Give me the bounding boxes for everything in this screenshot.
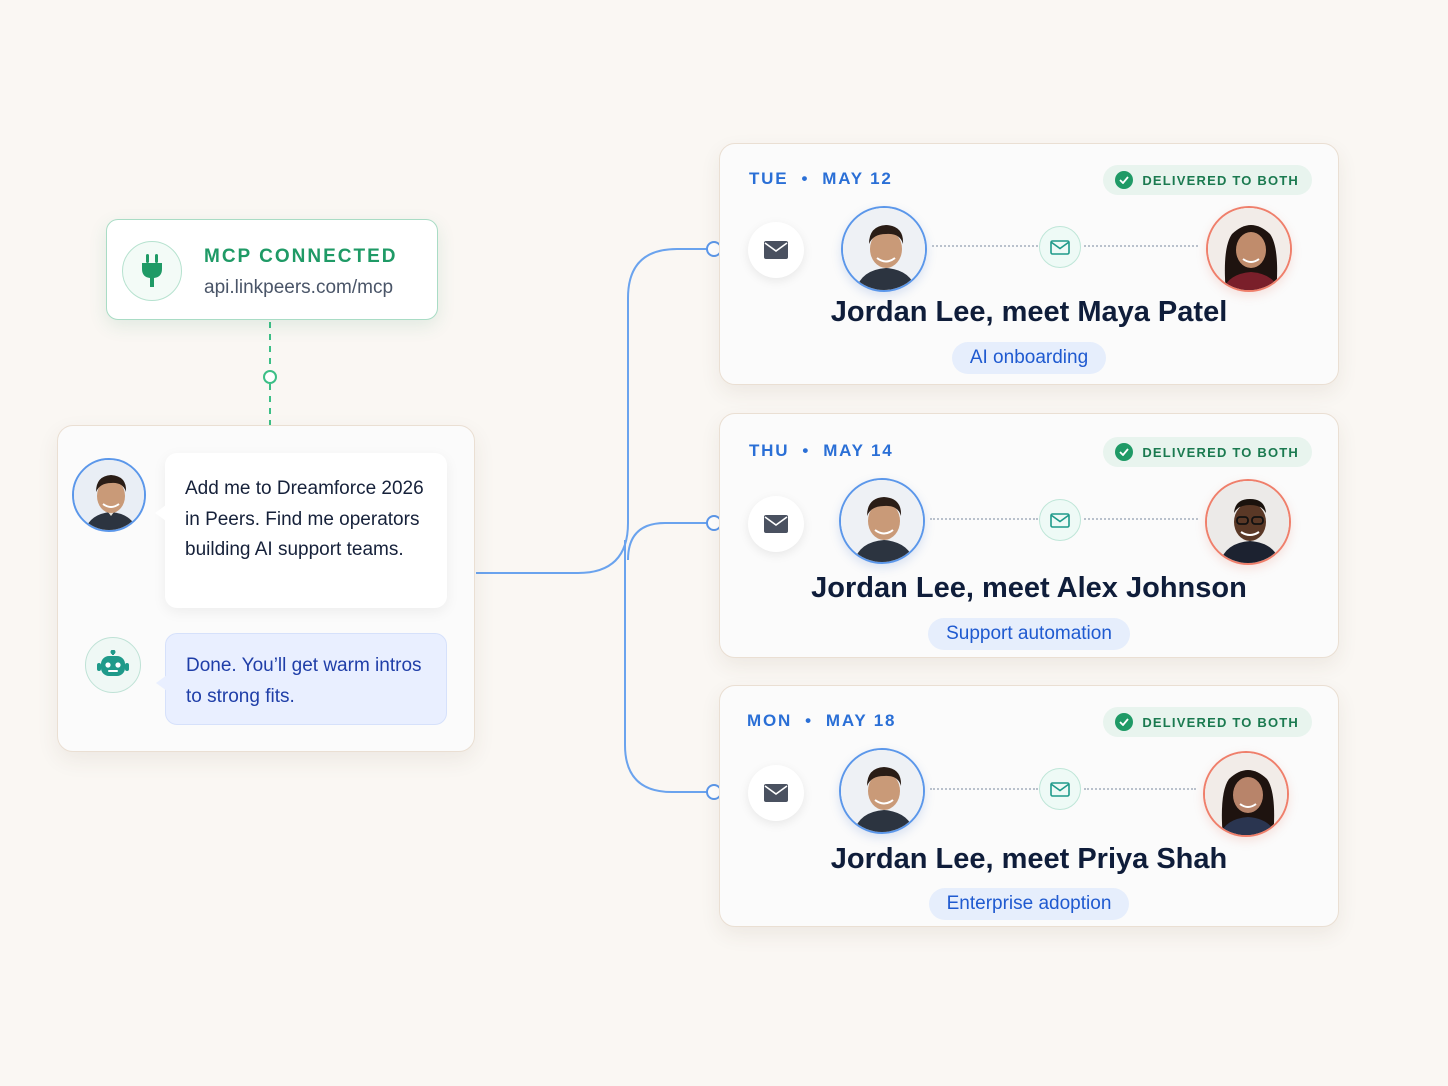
intro-card[interactable]: MON • MAY 18 DELIVERED TO BOTH Jordan Le… xyxy=(719,685,1339,927)
intro-date: TUE • MAY 12 xyxy=(749,169,893,188)
mcp-status-card: MCP CONNECTED api.linkpeers.com/mcp xyxy=(106,219,438,320)
mail-icon[interactable] xyxy=(748,222,804,278)
mail-icon[interactable] xyxy=(748,765,804,821)
check-icon xyxy=(1115,443,1134,461)
avatar-jordan xyxy=(839,478,925,564)
avatar-alex xyxy=(1205,479,1291,565)
avatar-jordan xyxy=(839,748,925,834)
avatar-maya xyxy=(1206,206,1292,292)
robot-icon xyxy=(85,637,141,693)
intro-date: THU • MAY 14 xyxy=(749,441,894,460)
intro-card[interactable]: THU • MAY 14 DELIVERED TO BOTH Jordan Le… xyxy=(719,413,1339,658)
avatar xyxy=(72,458,146,532)
chat-card: Add me to Dreamforce 2026 in Peers. Find… xyxy=(57,425,475,752)
mcp-url: api.linkpeers.com/mcp xyxy=(204,277,394,298)
plug-icon xyxy=(122,241,182,301)
intro-date: MON • MAY 18 xyxy=(747,711,897,730)
topic-tag[interactable]: AI onboarding xyxy=(951,342,1107,374)
user-message-bubble: Add me to Dreamforce 2026 in Peers. Find… xyxy=(155,453,447,608)
avatar-priya xyxy=(1203,751,1289,837)
mail-icon[interactable] xyxy=(748,496,804,552)
intro-title: Jordan Lee, meet Priya Shah xyxy=(830,843,1228,875)
topic-tag[interactable]: Support automation xyxy=(928,618,1130,650)
status-badge: DELIVERED TO BOTH xyxy=(1103,165,1312,195)
avatar-jordan xyxy=(841,206,927,292)
status-badge: DELIVERED TO BOTH xyxy=(1103,707,1312,737)
check-icon xyxy=(1115,171,1134,189)
topic-tag[interactable]: Enterprise adoption xyxy=(928,888,1130,920)
intro-title: Jordan Lee, meet Maya Patel xyxy=(830,296,1228,328)
check-icon xyxy=(1115,713,1134,731)
intro-title: Jordan Lee, meet Alex Johnson xyxy=(811,572,1247,604)
intro-card[interactable]: TUE • MAY 12 DELIVERED TO BOTH Jordan Le… xyxy=(719,143,1339,385)
envelope-icon xyxy=(1039,768,1081,810)
envelope-icon xyxy=(1039,499,1081,541)
bot-message-bubble: Done. You’ll get warm intros to strong f… xyxy=(156,633,447,725)
mcp-status-label: MCP CONNECTED xyxy=(204,246,398,267)
envelope-icon xyxy=(1039,226,1081,268)
status-badge: DELIVERED TO BOTH xyxy=(1103,437,1312,467)
